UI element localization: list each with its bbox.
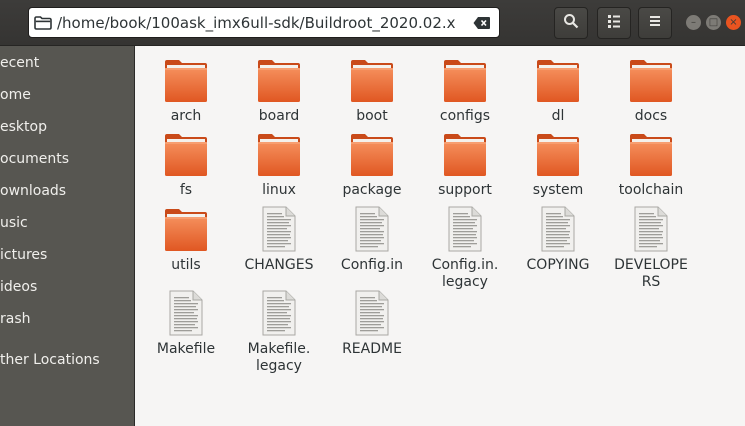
folder-icon — [627, 130, 675, 178]
text-file-icon — [627, 205, 675, 253]
menu-button[interactable] — [638, 7, 672, 39]
file-name-label: utils — [171, 257, 201, 273]
file-name-label: README — [342, 341, 402, 357]
view-toggle-button[interactable] — [597, 7, 631, 39]
folder-icon — [162, 205, 210, 253]
text-file-icon — [348, 205, 396, 253]
file-name-label: Config.in — [340, 257, 404, 273]
sidebar-item-recent[interactable]: ecent — [0, 51, 39, 75]
header-bar: /home/book/100ask_imx6ull-sdk/Buildroot_… — [0, 0, 745, 46]
file-name-label: system — [532, 182, 584, 198]
file-name-label: boot — [356, 108, 388, 124]
maximize-window-button[interactable]: □ — [706, 15, 721, 30]
sidebar-item-music[interactable]: usic — [0, 211, 28, 235]
folder-icon — [162, 130, 210, 178]
text-file-icon — [441, 205, 489, 253]
text-file-icon — [534, 205, 582, 253]
sidebar-item-videos[interactable]: ideos — [0, 275, 37, 299]
text-file-icon — [255, 205, 303, 253]
folder-icon — [534, 56, 582, 104]
location-path[interactable]: /home/book/100ask_imx6ull-sdk/Buildroot_… — [57, 14, 471, 32]
text-file-icon — [348, 289, 396, 337]
sidebar-item-pictures[interactable]: ictures — [0, 243, 47, 267]
folder-icon — [255, 130, 303, 178]
file-name-label: fs — [179, 182, 193, 198]
file-name-label: docs — [634, 108, 668, 124]
folder-icon — [34, 15, 52, 30]
file-name-label: COPYING — [526, 257, 590, 273]
view-list-icon — [606, 13, 622, 33]
folder-icon — [348, 130, 396, 178]
sidebar-item-home[interactable]: ome — [0, 83, 31, 107]
file-name-label: Makefile. legacy — [247, 341, 311, 374]
sidebar-item-desktop[interactable]: esktop — [0, 115, 47, 139]
file-name-label: DEVELOPE RS — [614, 257, 688, 290]
file-name-label: package — [342, 182, 402, 198]
close-window-button[interactable]: × — [726, 15, 741, 30]
sidebar-item-downloads[interactable]: ownloads — [0, 179, 66, 203]
folder-icon — [348, 56, 396, 104]
search-button[interactable] — [554, 7, 588, 39]
folder-icon — [534, 130, 582, 178]
text-file-icon — [255, 289, 303, 337]
sidebar-item-other-locations[interactable]: ther Locations — [0, 348, 100, 372]
location-bar[interactable]: /home/book/100ask_imx6ull-sdk/Buildroot_… — [28, 7, 500, 38]
clear-location-icon[interactable] — [471, 12, 493, 34]
sidebar-item-documents[interactable]: ocuments — [0, 147, 69, 171]
file-name-label: CHANGES — [244, 257, 314, 273]
minimize-window-button[interactable]: – — [686, 15, 701, 30]
folder-icon — [627, 56, 675, 104]
file-name-label: toolchain — [618, 182, 684, 198]
search-icon — [563, 13, 579, 33]
menu-icon — [647, 13, 663, 33]
file-name-label: board — [258, 108, 300, 124]
file-name-label: dl — [551, 108, 565, 124]
file-name-label: Config.in. legacy — [431, 257, 499, 290]
sidebar: ecent ome esktop ocuments ownloads usic … — [0, 46, 135, 426]
folder-icon — [441, 130, 489, 178]
folder-icon — [162, 56, 210, 104]
file-name-label: linux — [262, 182, 296, 198]
sidebar-item-trash[interactable]: rash — [0, 307, 31, 331]
file-name-label: arch — [170, 108, 202, 124]
folder-icon — [255, 56, 303, 104]
text-file-icon — [162, 289, 210, 337]
file-name-label: support — [438, 182, 492, 198]
file-name-label: configs — [439, 108, 491, 124]
file-name-label: Makefile — [156, 341, 216, 357]
folder-icon — [441, 56, 489, 104]
